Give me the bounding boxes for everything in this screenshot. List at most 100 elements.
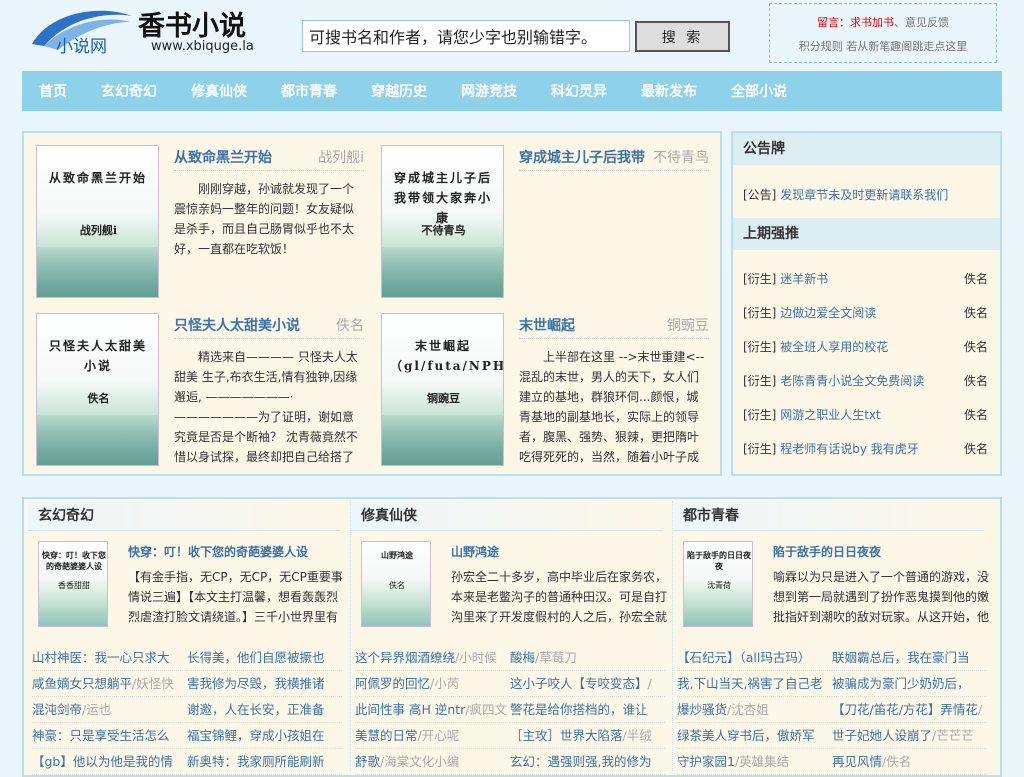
list-item[interactable]: 咸鱼嫡女只想躺平/妖怪快	[32, 671, 187, 697]
recommend-link[interactable]: 被全班人享用的校花	[780, 340, 888, 354]
book-cover[interactable]: 穿成城主儿子后我带领大家奔小康 不待青鸟	[381, 145, 504, 298]
recommend-link[interactable]: 老陈青青小说全文免费阅读	[780, 374, 924, 388]
book-name[interactable]: 【石纪元】（all玛古玛）	[677, 650, 810, 665]
request-book-link[interactable]: 留言：求书加书	[817, 16, 894, 29]
list-item[interactable]: 我,下山当天,祸害了自己老	[677, 671, 832, 697]
book-name[interactable]: 爆炒骚货	[677, 702, 727, 717]
feedback-link[interactable]: 意见反馈	[905, 16, 949, 29]
list-item[interactable]: 山村神医：我一心只求大	[32, 645, 187, 671]
recommend-item[interactable]: [衍生] 迷羊新书 佚名	[733, 262, 1000, 296]
book-name[interactable]: 酸梅	[510, 650, 535, 665]
book-name[interactable]: 阿佩罗的回忆	[355, 676, 430, 691]
list-item[interactable]: 联姻霸总后，我在豪门当	[832, 645, 987, 671]
recommend-item[interactable]: [衍生] 被全班人享用的校花 佚名	[733, 330, 1000, 364]
category-heading[interactable]: 修真仙侠	[351, 501, 662, 531]
recommend-link[interactable]: 迷羊新书	[780, 272, 828, 286]
book-cover[interactable]: 末世崛起（gl/futa/NPH） 铜豌豆	[381, 313, 504, 466]
book-name[interactable]: 混沌剑帝	[32, 702, 82, 717]
nav-item[interactable]: 科幻灵异	[534, 71, 624, 113]
recommend-item[interactable]: [衍生] 程老师有话说by 我有虎牙 佚名	[733, 432, 1000, 466]
category-top-title[interactable]: 快穿：叮！收下您的奇葩婆婆人设	[128, 543, 308, 560]
recommend-item[interactable]: [衍生] 网游之职业人生txt 佚名	[733, 398, 1000, 432]
list-item[interactable]: 福宝锦鲤，穿成小孩姐在	[187, 723, 342, 749]
list-item[interactable]: 酸梅/草莓刀	[510, 645, 665, 671]
list-item[interactable]: 【刀花/笛花/方花】弄情花/	[832, 697, 987, 723]
list-item[interactable]: 世子妃她人设崩了/芒芒芒	[832, 723, 987, 749]
search-input[interactable]	[302, 20, 630, 52]
book-name[interactable]: 美慧的日常	[355, 728, 418, 743]
nav-item[interactable]: 玄幻奇幻	[84, 71, 174, 113]
nav-item[interactable]: 最新发布	[624, 71, 714, 113]
book-name[interactable]: 【gb】他以为他是我的情	[32, 754, 173, 769]
list-item[interactable]: 【石纪元】（all玛古玛）	[677, 645, 832, 671]
category-top-cover[interactable]: 快穿：叮！收下您的奇葩婆婆人设 香香甜甜	[38, 541, 108, 627]
recommend-link[interactable]: 网游之职业人生txt	[780, 408, 881, 422]
book-name[interactable]: 长得美，他们自愿被撅也	[187, 650, 325, 665]
nav-item[interactable]: 都市青春	[264, 71, 354, 113]
book-name[interactable]: 新奥特：我家厕所能刷新	[187, 754, 325, 769]
list-item[interactable]: 阿佩罗的回忆/小芮	[355, 671, 510, 697]
list-item[interactable]: 谢邀，人在长安，正准备	[187, 697, 342, 723]
category-heading[interactable]: 都市青春	[673, 501, 984, 531]
list-item[interactable]: 玄幻：遇强则强,我的修为	[510, 749, 665, 775]
nav-item[interactable]: 首页	[22, 71, 84, 113]
book-name[interactable]: 害我修为尽毁，我横推诸	[187, 676, 325, 691]
book-name[interactable]: 被骗成为豪门少奶奶后，	[832, 676, 970, 691]
book-name[interactable]: 福宝锦鲤，穿成小孩姐在	[187, 728, 325, 743]
book-name[interactable]: 联姻霸总后，我在豪门当	[832, 650, 970, 665]
list-item[interactable]: 此间性事 高H 逆ntr/疯四文	[355, 697, 510, 723]
nav-item[interactable]: 穿越历史	[354, 71, 444, 113]
list-item[interactable]: 这小子咬人【专咬变态】/	[510, 671, 665, 697]
book-name[interactable]: 山村神医：我一心只求大	[32, 650, 170, 665]
list-item[interactable]: 新奥特：我家厕所能刷新	[187, 749, 342, 775]
list-item[interactable]: ［主攻］世界大陷落/半绒	[510, 723, 665, 749]
book-name[interactable]: 世子妃她人设崩了	[832, 728, 932, 743]
list-item[interactable]: 害我修为尽毁，我横推诸	[187, 671, 342, 697]
book-name[interactable]: 再见风情	[832, 754, 882, 769]
book-name[interactable]: 玄幻：遇强则强,我的修为	[510, 754, 651, 769]
list-item[interactable]: 混沌剑帝/运也	[32, 697, 187, 723]
category-top-cover[interactable]: 山野鸿途 佚名	[361, 541, 431, 627]
list-item[interactable]: 警花是给你搭档的，谁让	[510, 697, 665, 723]
nav-item[interactable]: 全部小说	[714, 71, 804, 113]
list-item[interactable]: 守护家园1/英雄集结	[677, 749, 832, 775]
recommend-item[interactable]: [衍生] 老陈青青小说全文免费阅读 佚名	[733, 364, 1000, 398]
list-item[interactable]: 绿茶美人穿书后，傲娇军	[677, 723, 832, 749]
list-item[interactable]: 被骗成为豪门少奶奶后，	[832, 671, 987, 697]
book-name[interactable]: 这个异界烟酒缭绕	[355, 650, 455, 665]
book-name[interactable]: 警花是给你搭档的，谁让	[510, 702, 648, 717]
book-name[interactable]: 【刀花/笛花/方花】弄情花	[832, 702, 978, 717]
category-top-title[interactable]: 陷于敌手的日日夜夜	[773, 543, 881, 560]
list-item[interactable]: 再见风情/佚名	[832, 749, 987, 775]
recommend-link[interactable]: 程老师有话说by 我有虎牙	[780, 442, 919, 456]
book-name[interactable]: 神豪：只是享受生活怎么	[32, 728, 170, 743]
category-top-cover[interactable]: 陷于敌手的日日夜夜 沈青荷	[683, 541, 753, 627]
nav-item[interactable]: 网游竞技	[444, 71, 534, 113]
book-name[interactable]: 谢邀，人在长安，正准备	[187, 702, 325, 717]
list-item[interactable]: 长得美，他们自愿被撅也	[187, 645, 342, 671]
recommend-item[interactable]: [衍生] 边做边爱全文阅读 佚名	[733, 296, 1000, 330]
list-item[interactable]: 神豪：只是享受生活怎么	[32, 723, 187, 749]
book-name[interactable]: 守护家园1	[677, 754, 735, 769]
announcement-item[interactable]: [公告] 发现章节未及时更新请联系我们	[733, 178, 1000, 212]
points-rules-link[interactable]: 积分规则 若从新笔趣阁跳走点这里	[770, 38, 996, 54]
category-top-title[interactable]: 山野鸿途	[451, 543, 499, 560]
recommend-link[interactable]: 边做边爱全文阅读	[780, 306, 876, 320]
search-button[interactable]: 搜 索	[635, 21, 730, 52]
book-name[interactable]: 舒歌	[355, 754, 380, 769]
list-item[interactable]: 舒歌/海棠文化小编	[355, 749, 510, 775]
list-item[interactable]: 【gb】他以为他是我的情	[32, 749, 187, 775]
book-name[interactable]: 绿茶美人穿书后，傲娇军	[677, 728, 815, 743]
book-name[interactable]: 我,下山当天,祸害了自己老	[677, 676, 822, 691]
list-item[interactable]: 这个异界烟酒缭绕/小时候	[355, 645, 510, 671]
book-name[interactable]: ［主攻］世界大陷落	[510, 728, 623, 743]
book-name[interactable]: 此间性事 高H 逆ntr	[355, 702, 465, 717]
book-cover[interactable]: 只怪夫人太甜美小说 佚名	[36, 313, 159, 466]
book-name[interactable]: 咸鱼嫡女只想躺平	[32, 676, 132, 691]
book-name[interactable]: 这小子咬人【专咬变态】	[510, 676, 648, 691]
list-item[interactable]: 美慧的日常/开心呢	[355, 723, 510, 749]
nav-item[interactable]: 修真仙侠	[174, 71, 264, 113]
list-item[interactable]: 爆炒骚货/沈杏姐	[677, 697, 832, 723]
book-cover[interactable]: 从致命黑兰开始 战列舰i	[36, 145, 159, 298]
site-logo[interactable]: 小说网 香书小说 www.xbiquge.la	[30, 6, 262, 58]
